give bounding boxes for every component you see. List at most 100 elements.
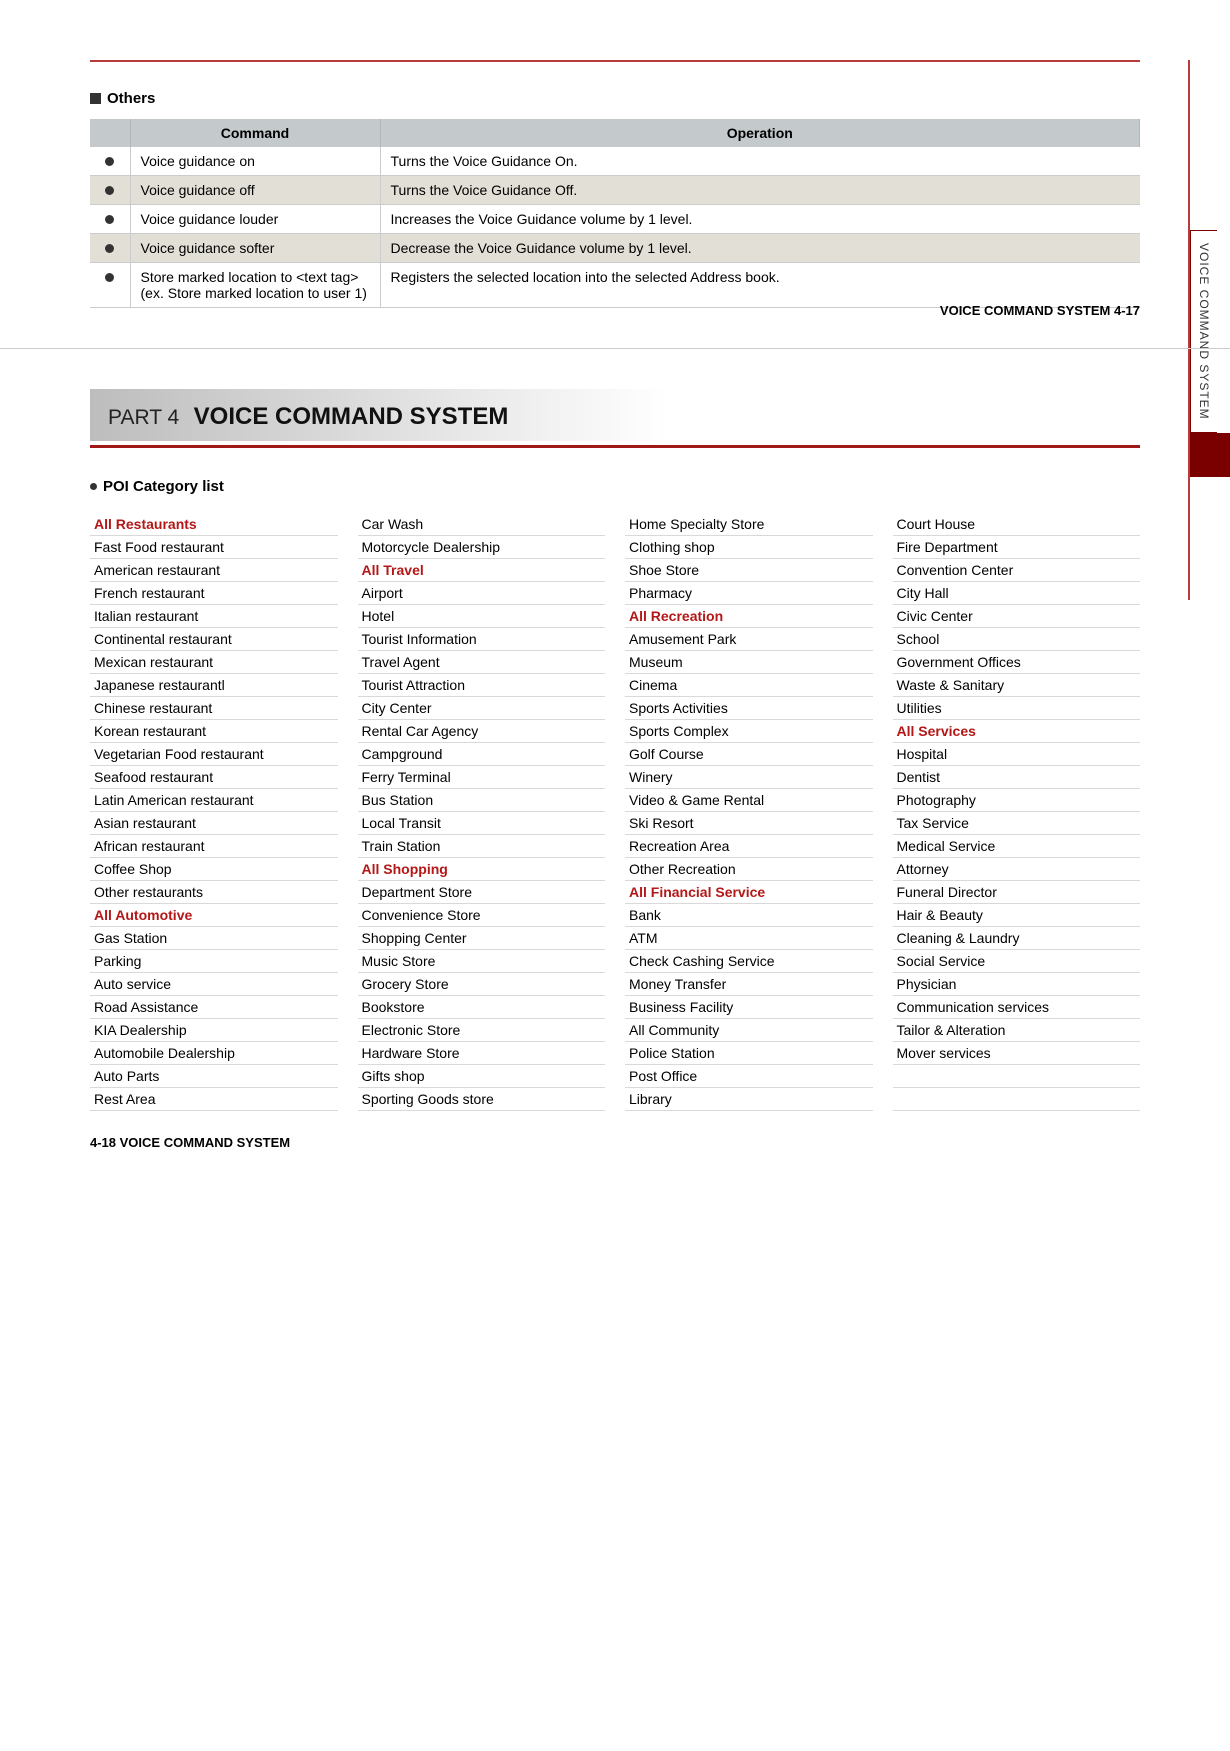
poi-item [893, 1065, 1141, 1088]
poi-item: Clothing shop [625, 536, 873, 559]
poi-item: Court House [893, 513, 1141, 536]
poi-item: Hotel [358, 605, 606, 628]
poi-item: Gas Station [90, 927, 338, 950]
poi-item: Hardware Store [358, 1042, 606, 1065]
table-row: Voice guidance onTurns the Voice Guidanc… [90, 147, 1140, 176]
poi-item: Winery [625, 766, 873, 789]
poi-item: Bus Station [358, 789, 606, 812]
poi-item: Motorcycle Dealership [358, 536, 606, 559]
poi-item: Physician [893, 973, 1141, 996]
poi-heading-text: POI Category list [103, 478, 224, 495]
th-command: Command [130, 119, 380, 147]
poi-item: Airport [358, 582, 606, 605]
poi-item: Utilities [893, 697, 1141, 720]
poi-item: Fire Department [893, 536, 1141, 559]
operation-cell: Turns the Voice Guidance Off. [380, 176, 1140, 205]
bullet-icon [105, 157, 114, 166]
row-bullet-cell [90, 263, 130, 308]
poi-item: Auto service [90, 973, 338, 996]
poi-item: Museum [625, 651, 873, 674]
poi-item: Vegetarian Food restaurant [90, 743, 338, 766]
poi-item: Recreation Area [625, 835, 873, 858]
poi-item: All Community [625, 1019, 873, 1042]
poi-heading: POI Category list [90, 478, 1140, 495]
poi-column: Car WashMotorcycle DealershipAll TravelA… [358, 513, 606, 1111]
poi-item: Road Assistance [90, 996, 338, 1019]
page-top-rule [90, 60, 1140, 62]
command-cell: Voice guidance louder [130, 205, 380, 234]
poi-item: Tailor & Alteration [893, 1019, 1141, 1042]
command-table: Command Operation Voice guidance onTurns… [90, 119, 1140, 308]
row-bullet-cell [90, 147, 130, 176]
poi-item: Rest Area [90, 1088, 338, 1111]
poi-item: Ski Resort [625, 812, 873, 835]
poi-category-header: All Services [893, 720, 1141, 743]
poi-item: Korean restaurant [90, 720, 338, 743]
page-footer-2: 4-18 VOICE COMMAND SYSTEM [90, 1135, 1140, 1150]
poi-item: Pharmacy [625, 582, 873, 605]
poi-item: KIA Dealership [90, 1019, 338, 1042]
poi-item: Japanese restaurantl [90, 674, 338, 697]
poi-item: School [893, 628, 1141, 651]
poi-item: Car Wash [358, 513, 606, 536]
poi-item: Civic Center [893, 605, 1141, 628]
poi-item: Money Transfer [625, 973, 873, 996]
page-2: PART 4 VOICE COMMAND SYSTEM POI Category… [0, 348, 1230, 1190]
poi-item: Funeral Director [893, 881, 1141, 904]
poi-item: Department Store [358, 881, 606, 904]
poi-item: Fast Food restaurant [90, 536, 338, 559]
command-cell: Store marked location to <text tag> (ex.… [130, 263, 380, 308]
operation-cell: Turns the Voice Guidance On. [380, 147, 1140, 176]
poi-item: Check Cashing Service [625, 950, 873, 973]
th-bullet [90, 119, 130, 147]
operation-cell: Decrease the Voice Guidance volume by 1 … [380, 234, 1140, 263]
poi-category-header: All Travel [358, 559, 606, 582]
poi-category-header: All Restaurants [90, 513, 338, 536]
poi-item: Tourist Information [358, 628, 606, 651]
poi-category-header: All Recreation [625, 605, 873, 628]
poi-item: Local Transit [358, 812, 606, 835]
bullet-icon [105, 215, 114, 224]
poi-item [893, 1088, 1141, 1111]
poi-item: Hospital [893, 743, 1141, 766]
poi-item: Shopping Center [358, 927, 606, 950]
poi-item: Police Station [625, 1042, 873, 1065]
poi-item: Mover services [893, 1042, 1141, 1065]
poi-item: Medical Service [893, 835, 1141, 858]
poi-item: Shoe Store [625, 559, 873, 582]
poi-item: American restaurant [90, 559, 338, 582]
poi-item: Seafood restaurant [90, 766, 338, 789]
poi-column: Home Specialty StoreClothing shopShoe St… [625, 513, 873, 1111]
poi-category-header: All Financial Service [625, 881, 873, 904]
command-cell: Voice guidance off [130, 176, 380, 205]
th-operation: Operation [380, 119, 1140, 147]
poi-item: Business Facility [625, 996, 873, 1019]
poi-item: Rental Car Agency [358, 720, 606, 743]
row-bullet-cell [90, 205, 130, 234]
poi-item: Coffee Shop [90, 858, 338, 881]
poi-item: Mexican restaurant [90, 651, 338, 674]
poi-item: Ferry Terminal [358, 766, 606, 789]
poi-grid: All RestaurantsFast Food restaurantAmeri… [90, 513, 1140, 1111]
operation-cell: Registers the selected location into the… [380, 263, 1140, 308]
poi-item: Sports Complex [625, 720, 873, 743]
poi-item: Grocery Store [358, 973, 606, 996]
poi-item: Bookstore [358, 996, 606, 1019]
poi-item: Post Office [625, 1065, 873, 1088]
poi-item: Amusement Park [625, 628, 873, 651]
command-cell: Voice guidance on [130, 147, 380, 176]
poi-item: Tourist Attraction [358, 674, 606, 697]
poi-item: Photography [893, 789, 1141, 812]
poi-item: Tax Service [893, 812, 1141, 835]
poi-item: African restaurant [90, 835, 338, 858]
poi-item: City Hall [893, 582, 1141, 605]
poi-item: Government Offices [893, 651, 1141, 674]
poi-item: Waste & Sanitary [893, 674, 1141, 697]
poi-item: Train Station [358, 835, 606, 858]
dot-bullet-icon [90, 483, 97, 490]
poi-category-header: All Shopping [358, 858, 606, 881]
poi-item: Auto Parts [90, 1065, 338, 1088]
poi-item: Golf Course [625, 743, 873, 766]
poi-item: Home Specialty Store [625, 513, 873, 536]
poi-item: Bank [625, 904, 873, 927]
